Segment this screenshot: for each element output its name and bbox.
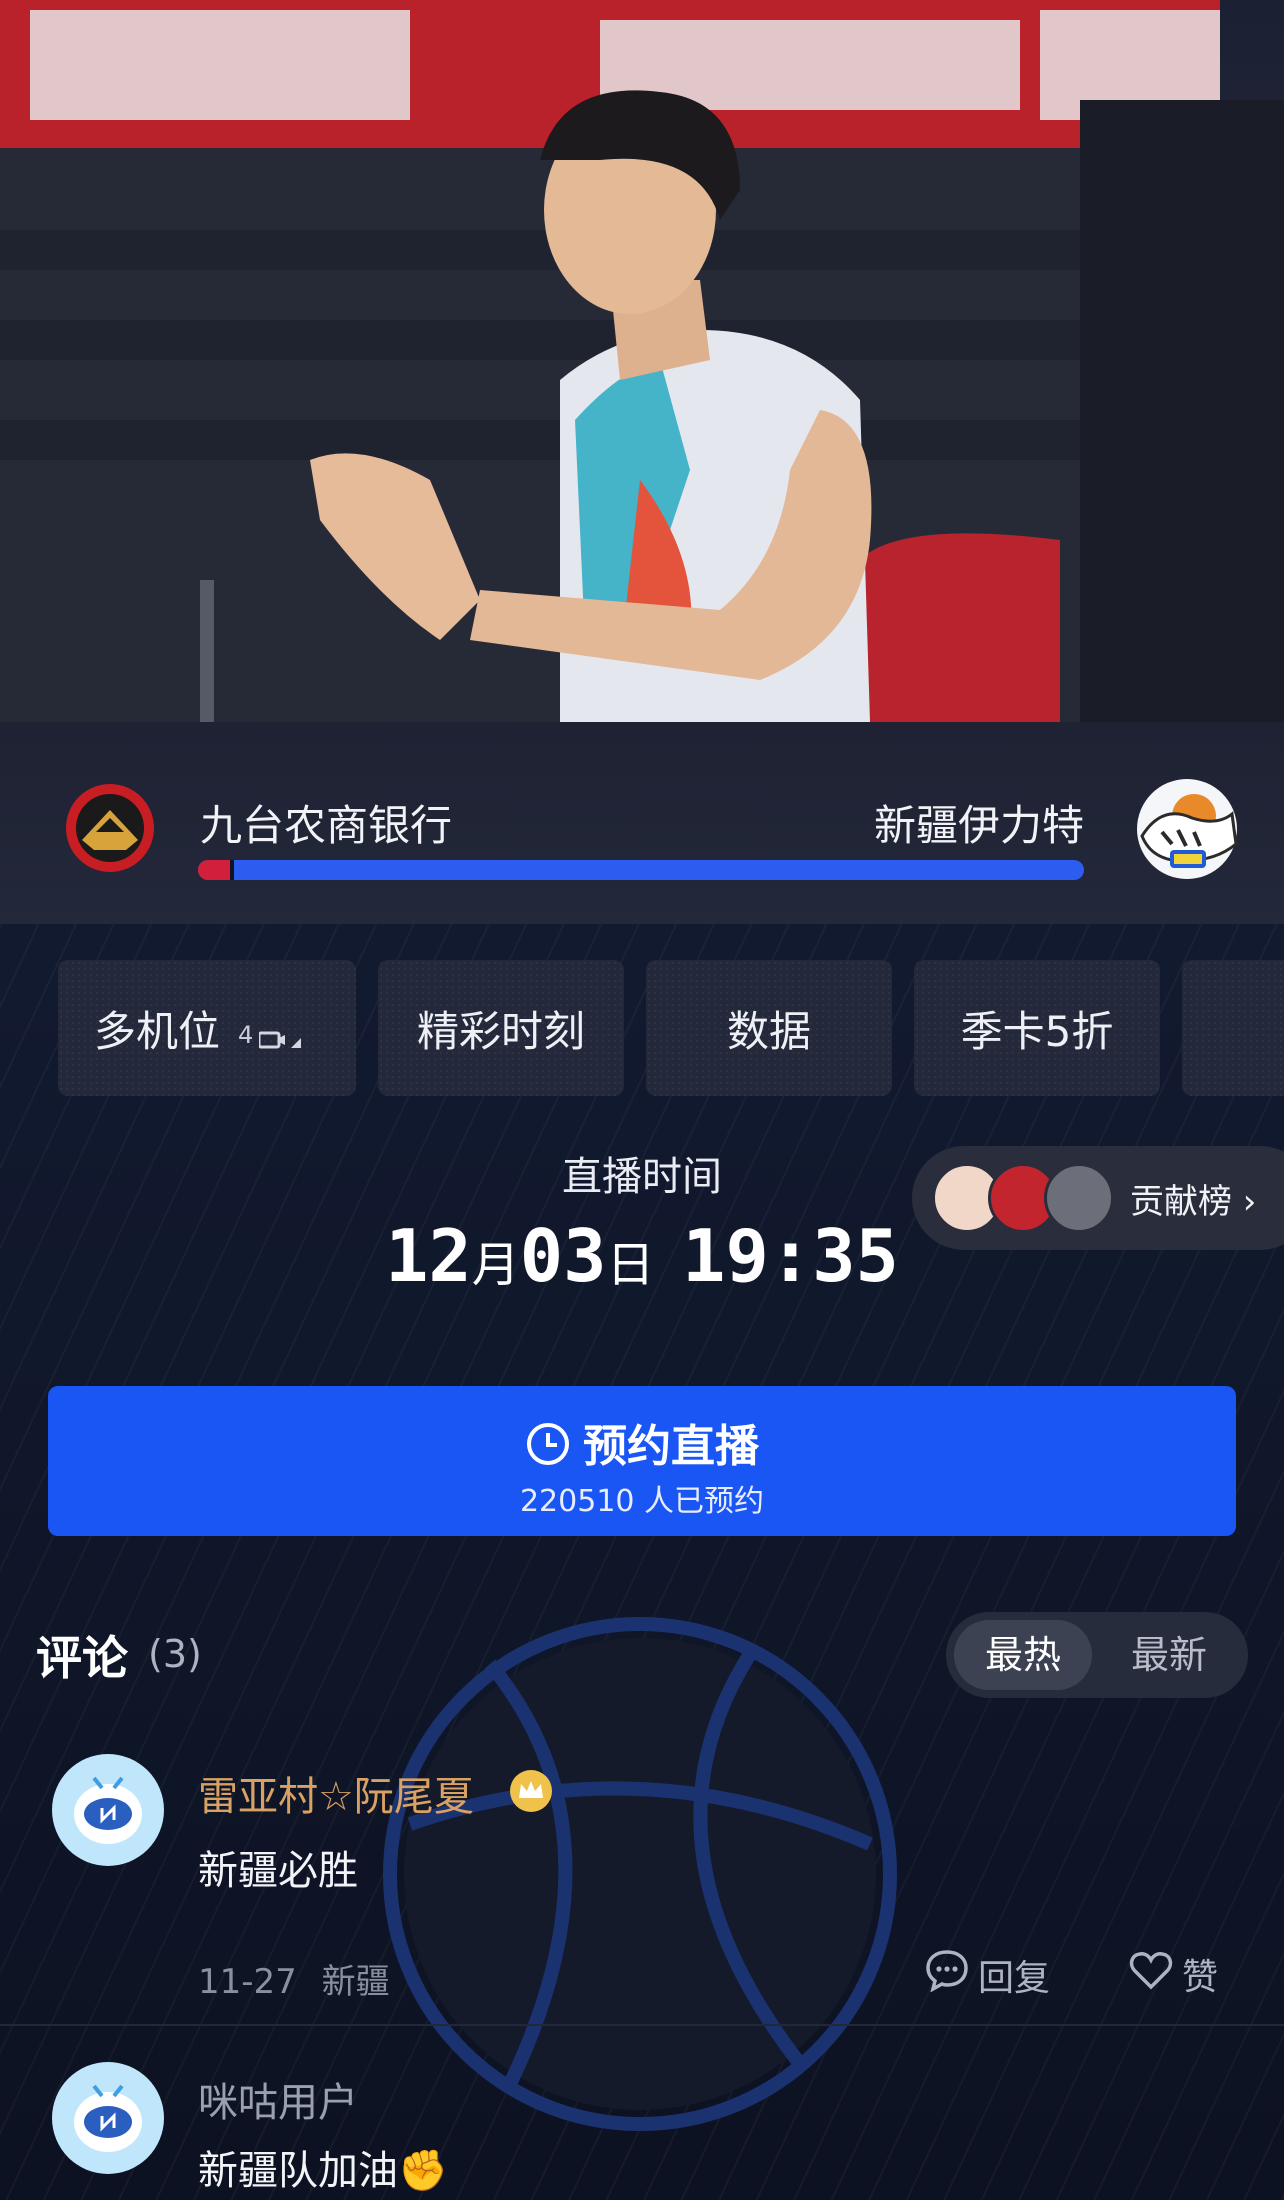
heart-icon	[1128, 1949, 1174, 2000]
comment-text: 新疆必胜	[198, 1848, 358, 1894]
comments-count: (3)	[148, 1632, 202, 1676]
comments-title: 评论	[36, 1631, 128, 1685]
reply-button[interactable]: 回复	[924, 1948, 1050, 2001]
away-team-name[interactable]: 新疆伊力特	[874, 792, 1084, 853]
comment-sort-toggle: 最热 最新	[946, 1612, 1248, 1698]
tab-data[interactable]: 数据	[646, 960, 892, 1096]
tab-hot[interactable]: 热	[1182, 960, 1284, 1096]
reserve-title: 预约直播	[48, 1410, 1236, 1478]
tab-multi-camera[interactable]: 多机位 4	[58, 960, 356, 1096]
tab-highlights[interactable]: 精彩时刻	[378, 960, 624, 1096]
comment-meta: 11-27 新疆	[198, 1954, 390, 2003]
player-photo	[0, 0, 1284, 722]
live-month: 12	[385, 1214, 472, 1298]
contribution-label: 贡献榜 ›	[1130, 1181, 1257, 1222]
live-clock: 19:35	[682, 1214, 899, 1298]
sort-new-button[interactable]: 最新	[1100, 1620, 1238, 1690]
vip-crown-icon	[508, 1768, 554, 1818]
hero-image[interactable]	[0, 0, 1284, 722]
tab-season-card[interactable]: 季卡5折	[914, 960, 1160, 1096]
like-button[interactable]: 赞	[1128, 1948, 1218, 2000]
user-avatar[interactable]	[52, 2062, 164, 2174]
sort-hot-button[interactable]: 最热	[954, 1620, 1092, 1690]
home-support-fill	[198, 860, 230, 880]
contribution-leaderboard-button[interactable]: 贡献榜 ›	[912, 1146, 1284, 1250]
function-tabs: 多机位 4 精彩时刻 数据 季卡5折 热	[58, 960, 1284, 1096]
comment-text: 新疆队加油✊	[198, 2148, 448, 2194]
month-unit: 月	[471, 1237, 520, 1293]
support-ratio-bar	[198, 860, 1084, 880]
like-label: 赞	[1182, 1957, 1219, 1998]
reserve-label: 预约直播	[583, 1421, 759, 1472]
reserve-live-button[interactable]: 预约直播 220510 人已预约	[48, 1386, 1236, 1536]
away-team-logo[interactable]	[1132, 774, 1242, 884]
comment-divider	[0, 2024, 1284, 2026]
live-day: 03	[519, 1214, 607, 1298]
comment-username[interactable]: 雷亚村☆阮尾夏	[198, 1764, 474, 1822]
match-scoreboard: 九台农商银行 新疆伊力特	[0, 722, 1284, 924]
day-unit: 日	[606, 1237, 655, 1293]
user-avatar[interactable]	[52, 1754, 164, 1866]
main-content: 多机位 4 精彩时刻 数据 季卡5折 热 直播时间 12月03日 19:35 贡…	[0, 924, 1284, 2200]
comment-bubble-icon	[924, 1948, 970, 2001]
comment-location: 新疆	[321, 1962, 390, 2002]
camera-icon	[257, 1011, 303, 1060]
clock-icon	[525, 1421, 571, 1478]
reserve-count: 220510 人已预约	[519, 1484, 765, 1519]
comment-item: 咪咕用户 新疆队加油✊	[0, 2062, 1284, 2200]
reply-label: 回复	[978, 1957, 1051, 1999]
tab-multi-camera-label: 多机位	[94, 1006, 221, 1056]
home-team-name[interactable]: 九台农商银行	[200, 792, 452, 853]
support-divider	[230, 860, 234, 880]
contributor-avatar	[1044, 1163, 1114, 1233]
home-team-logo[interactable]	[62, 780, 158, 876]
comment-date: 11-27	[198, 1962, 297, 2002]
camera-count: 4	[238, 1021, 254, 1049]
comment-item: 雷亚村☆阮尾夏 新疆必胜 11-27 新疆 回复 赞	[0, 1754, 1284, 2002]
comment-username[interactable]: 咪咕用户	[198, 2070, 358, 2128]
